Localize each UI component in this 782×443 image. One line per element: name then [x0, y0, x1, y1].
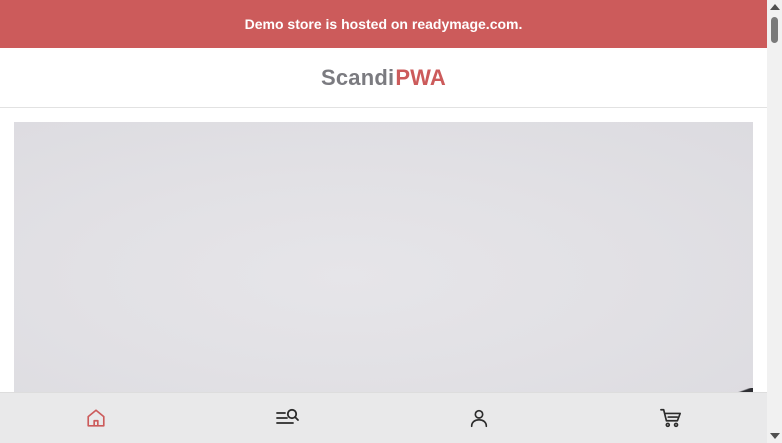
content-area: Demo store is hosted on readymage.com. S…: [0, 0, 767, 443]
demo-store-banner: Demo store is hosted on readymage.com.: [0, 0, 767, 48]
hero-banner-image[interactable]: [14, 122, 753, 402]
home-icon: [87, 409, 105, 427]
cart-button[interactable]: [651, 398, 691, 438]
scandipwa-logo[interactable]: Scandi PWA: [321, 65, 446, 91]
account-icon: [471, 409, 488, 428]
logo-text-scandi: Scandi: [320, 64, 395, 90]
home-button[interactable]: [76, 398, 116, 438]
scroll-down-arrow-icon[interactable]: [770, 433, 780, 439]
demo-banner-text: Demo store is hosted on readymage.com.: [244, 16, 523, 32]
scrollbar-thumb[interactable]: [771, 17, 778, 43]
page: Demo store is hosted on readymage.com. S…: [0, 0, 782, 443]
bottom-navigation: [0, 392, 767, 443]
logo-text-pwa: PWA: [395, 64, 447, 90]
menu-search-button[interactable]: [268, 398, 308, 438]
scroll-up-arrow-icon[interactable]: [770, 4, 780, 10]
account-button[interactable]: [459, 398, 499, 438]
header: Scandi PWA: [0, 48, 767, 108]
vertical-scrollbar[interactable]: [767, 0, 782, 443]
menu-search-icon: [275, 408, 299, 424]
cart-icon: [660, 408, 682, 428]
